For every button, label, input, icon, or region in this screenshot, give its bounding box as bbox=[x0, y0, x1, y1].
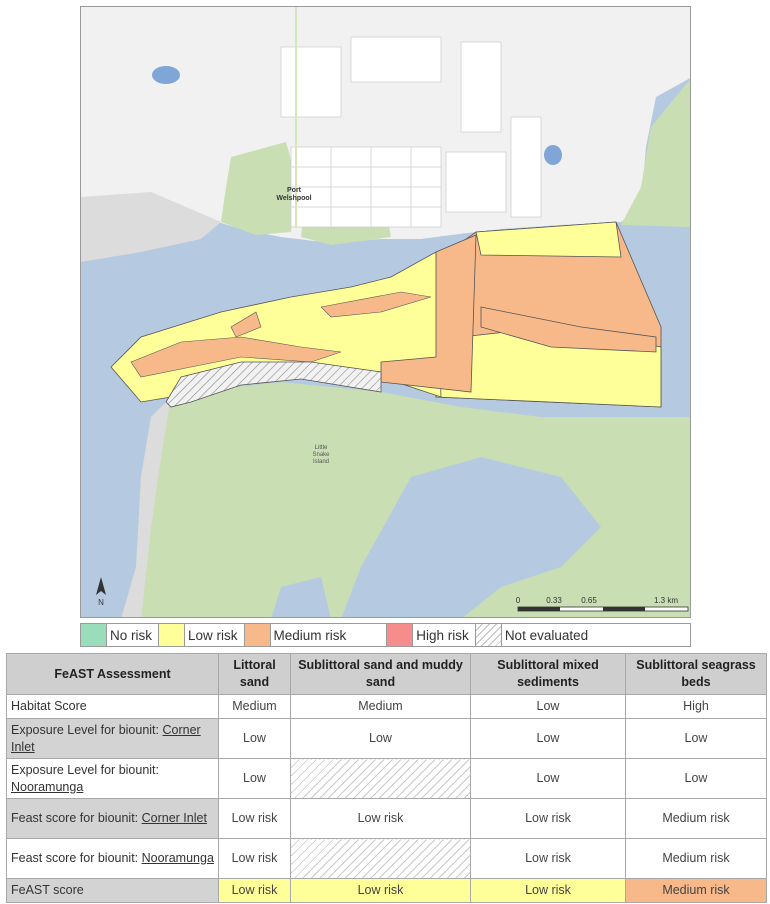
legend-swatch bbox=[81, 624, 107, 646]
biounit-link[interactable]: Nooramunga bbox=[11, 780, 83, 794]
legend-swatch bbox=[387, 624, 414, 646]
legend-item-low-risk: Low risk bbox=[158, 624, 244, 646]
table-cell: Low bbox=[470, 694, 626, 719]
row-label-text: Feast score for biounit: bbox=[11, 811, 142, 825]
legend-item-medium-risk: Medium risk bbox=[243, 624, 387, 646]
row-label: Habitat Score bbox=[6, 694, 219, 719]
table-cell: Low risk bbox=[470, 798, 626, 839]
table-cell: Low bbox=[218, 718, 291, 759]
table-cell: Low bbox=[290, 718, 471, 759]
legend-swatch bbox=[244, 624, 271, 646]
table-cell-low-risk: Low risk bbox=[470, 878, 626, 903]
svg-text:0.33: 0.33 bbox=[546, 596, 562, 605]
table-row: Feast score for biounit: Nooramunga Low … bbox=[6, 838, 767, 879]
risk-map[interactable]: Port Welshpool Little Snake Island N 0 0.33… bbox=[80, 6, 691, 618]
table-cell: Low bbox=[625, 718, 767, 759]
legend-label: No risk bbox=[110, 627, 153, 643]
svg-text:1.3 km: 1.3 km bbox=[654, 596, 678, 605]
legend-swatch bbox=[159, 624, 186, 646]
table-cell-low-risk: Low risk bbox=[218, 878, 291, 903]
legend-label: Low risk bbox=[188, 627, 238, 643]
table-row-total: FeAST score Low risk Low risk Low risk M… bbox=[6, 878, 767, 903]
row-label-text: Habitat Score bbox=[11, 699, 87, 713]
row-label-text: Exposure Level for biounit: bbox=[11, 722, 163, 737]
svg-text:N: N bbox=[98, 598, 104, 607]
table-row: Feast score for biounit: Corner Inlet Lo… bbox=[6, 798, 767, 839]
table-cell: Low risk bbox=[218, 798, 291, 839]
table-cell: Low risk bbox=[470, 838, 626, 879]
lake-2 bbox=[544, 145, 562, 165]
row-label-text: Feast score for biounit: bbox=[11, 851, 142, 865]
biounit-link[interactable]: Corner Inlet bbox=[142, 811, 207, 825]
table-header-row: FeAST Assessment Littoral sand Sublittor… bbox=[6, 653, 767, 695]
legend-item-high-risk: High risk bbox=[386, 624, 475, 646]
header-sublittoral-sand: Sublittoral sand and muddy sand bbox=[290, 653, 471, 695]
map-legend: No risk Low risk Medium risk High risk N… bbox=[80, 623, 691, 647]
row-label: FeAST score bbox=[6, 878, 219, 903]
table-cell-not-evaluated bbox=[290, 838, 471, 879]
table-cell-not-evaluated bbox=[290, 758, 471, 799]
row-label-text: Exposure Level for biounit: bbox=[11, 762, 160, 777]
legend-item-no-risk: No risk bbox=[81, 624, 158, 646]
row-label: Feast score for biounit: Nooramunga bbox=[6, 838, 219, 879]
legend-label: Medium risk bbox=[273, 627, 347, 643]
legend-label: Not evaluated bbox=[504, 627, 589, 643]
table-cell: Low risk bbox=[290, 798, 471, 839]
lake-1 bbox=[152, 66, 180, 84]
table-cell: Low bbox=[470, 718, 626, 759]
header-sublittoral-mixed: Sublittoral mixed sediments bbox=[470, 653, 626, 695]
header-assessment: FeAST Assessment bbox=[6, 653, 219, 695]
legend-item-not-evaluated: Not evaluated bbox=[474, 624, 594, 646]
row-label: Feast score for biounit: Corner Inlet bbox=[6, 798, 219, 839]
table-cell: Medium risk bbox=[625, 798, 767, 839]
row-label: Exposure Level for biounit: Nooramunga bbox=[6, 758, 219, 799]
legend-label: High risk bbox=[416, 627, 469, 643]
table-cell: Medium risk bbox=[625, 838, 767, 879]
svg-text:0: 0 bbox=[516, 596, 521, 605]
table-cell: Medium bbox=[218, 694, 291, 719]
table-cell: Medium bbox=[290, 694, 471, 719]
row-label-text: FeAST score bbox=[11, 883, 84, 897]
map-canvas: Port Welshpool Little Snake Island N 0 0.33… bbox=[81, 7, 690, 617]
header-littoral-sand: Littoral sand bbox=[218, 653, 291, 695]
table-cell: Low bbox=[470, 758, 626, 799]
table-cell-medium-risk: Medium risk bbox=[625, 878, 767, 903]
legend-swatch-hatched bbox=[475, 624, 502, 646]
table-cell-low-risk: Low risk bbox=[290, 878, 471, 903]
feast-assessment-table: FeAST Assessment Littoral sand Sublittor… bbox=[6, 653, 767, 903]
svg-text:0.65: 0.65 bbox=[581, 596, 597, 605]
table-cell: Low risk bbox=[218, 838, 291, 879]
row-label: Exposure Level for biounit: Corner Inlet bbox=[6, 718, 219, 759]
table-row: Exposure Level for biounit: Nooramunga L… bbox=[6, 758, 767, 799]
table-cell: Low bbox=[625, 758, 767, 799]
table-cell: Low bbox=[218, 758, 291, 799]
table-row: Exposure Level for biounit: Corner Inlet… bbox=[6, 718, 767, 759]
header-sublittoral-seagrass: Sublittoral seagrass beds bbox=[625, 653, 767, 695]
table-row: Habitat Score Medium Medium Low High bbox=[6, 694, 767, 719]
biounit-link[interactable]: Nooramunga bbox=[142, 851, 214, 865]
table-cell: High bbox=[625, 694, 767, 719]
